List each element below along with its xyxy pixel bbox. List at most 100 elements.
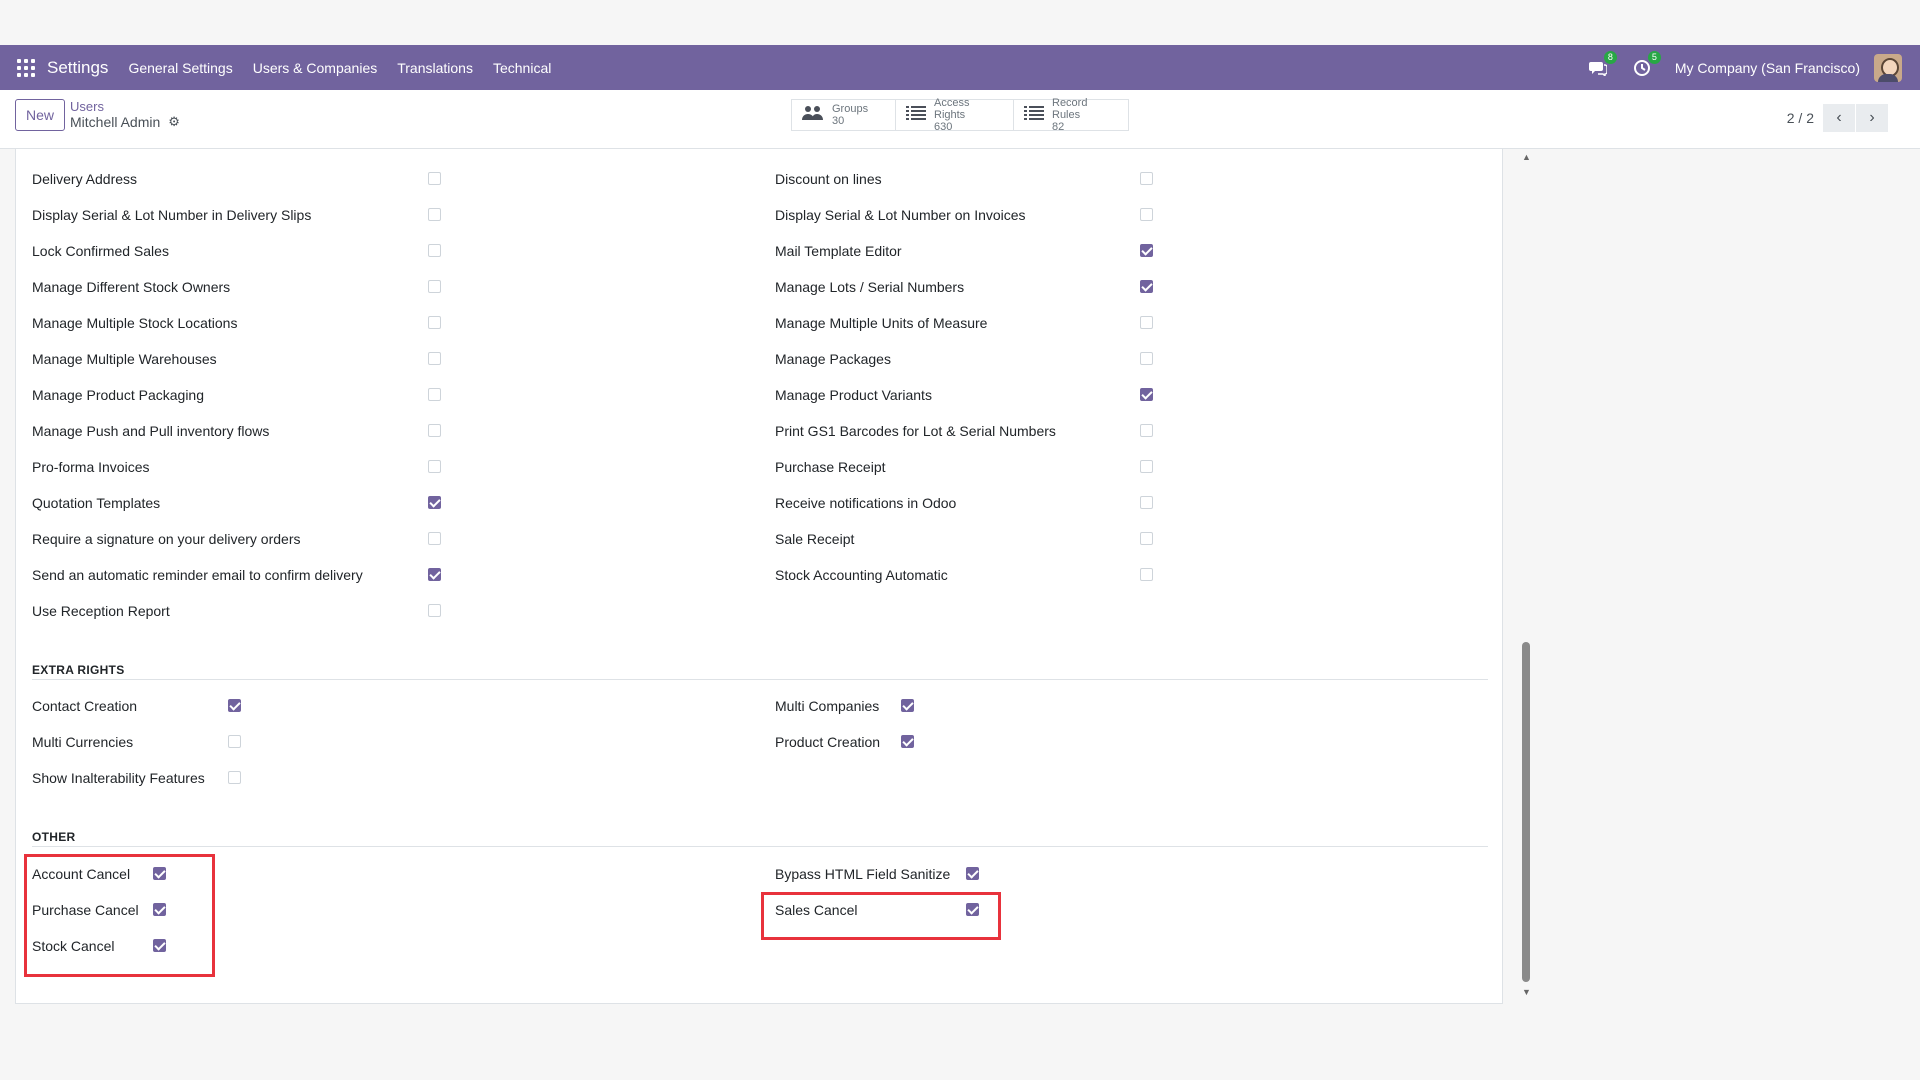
messages-badge: 8 [1603,50,1617,64]
scroll-down-arrow-icon[interactable]: ▼ [1522,987,1531,997]
checkbox-manage-product-packaging[interactable] [428,388,441,401]
menu-technical[interactable]: Technical [493,60,551,76]
setting-label-purchase-receipt: Purchase Receipt [775,459,886,475]
checkbox-manage-product-variants[interactable] [1140,388,1153,401]
access-rights-label: Access Rights [934,97,970,121]
checkbox-stock-accounting-automatic[interactable] [1140,568,1153,581]
access-rights-smart-button[interactable]: Access Rights 630 [896,97,1014,133]
setting-label-print-gs1-barcodes-for-lot-and-serial-numbers: Print GS1 Barcodes for Lot & Serial Numb… [775,423,1056,439]
checkbox-purchase-receipt[interactable] [1140,460,1153,473]
checkbox-require-a-signature-on-your-delivery-orders[interactable] [428,532,441,545]
record-rules-label: Record Rules [1052,97,1088,121]
control-panel: New Users Mitchell Admin ⚙ Groups 30 Acc… [0,90,1920,149]
checkbox-receive-notifications-in-odoo[interactable] [1140,496,1153,509]
apps-grid-icon[interactable] [17,58,35,77]
setting-label-stock-accounting-automatic: Stock Accounting Automatic [775,567,948,583]
checkbox-manage-lots-serial-numbers[interactable] [1140,280,1153,293]
menu-translations[interactable]: Translations [397,60,473,76]
setting-label-delivery-address: Delivery Address [32,171,138,187]
checkbox-lock-confirmed-sales[interactable] [428,244,441,257]
record-rules-count: 82 [1052,121,1065,133]
checkbox-delivery-address[interactable] [428,172,441,185]
highlight-box-cancel-left [24,854,215,977]
setting-label-multi-companies: Multi Companies [775,698,880,714]
activities-icon[interactable]: 5 [1631,50,1661,79]
setting-label-manage-push-and-pull-inventory-flows: Manage Push and Pull inventory flows [32,423,270,439]
scroll-thumb[interactable] [1522,642,1530,982]
section-divider [32,679,1488,680]
pager-value[interactable]: 2 / 2 [1787,110,1814,126]
checkbox-product-creation[interactable] [901,735,914,748]
section-divider [32,846,1488,847]
activities-badge: 5 [1647,50,1661,64]
chevron-left-icon: ‹ [1836,109,1842,126]
setting-label-mail-template-editor: Mail Template Editor [775,243,902,259]
setting-label-lock-confirmed-sales: Lock Confirmed Sales [32,243,169,259]
setting-label-receive-notifications-in-odoo: Receive notifications in Odoo [775,495,957,511]
groups-label: Groups [832,103,869,115]
setting-label-manage-product-packaging: Manage Product Packaging [32,387,204,403]
setting-label-quotation-templates: Quotation Templates [32,495,161,511]
window-top-margin [0,0,1920,45]
company-switcher[interactable]: My Company (San Francisco) [1675,60,1860,76]
access-rights-count: 630 [934,121,953,133]
other-title: OTHER [32,830,76,844]
groups-count: 30 [832,115,845,127]
checkbox-manage-multiple-units-of-measure[interactable] [1140,316,1153,329]
highlight-box-sales-cancel [761,892,1001,940]
checkbox-bypass-html-field-sanitize[interactable] [966,867,979,880]
checkbox-discount-on-lines[interactable] [1140,172,1153,185]
checkbox-multi-currencies[interactable] [228,735,241,748]
checkbox-manage-different-stock-owners[interactable] [428,280,441,293]
setting-label-bypass-html-field-sanitize: Bypass HTML Field Sanitize [775,866,951,882]
user-avatar[interactable] [1874,53,1902,82]
checkbox-show-inalterability-features[interactable] [228,771,241,784]
list-icon [1024,105,1044,126]
checkbox-display-serial-and-lot-number-on-invoices[interactable] [1140,208,1153,221]
checkbox-use-reception-report[interactable] [428,604,441,617]
setting-label-contact-creation: Contact Creation [32,698,138,714]
form-sheet: Delivery Address Display Serial & Lot Num… [15,149,1503,1004]
setting-label-pro-forma-invoices: Pro-forma Invoices [32,459,150,475]
checkbox-mail-template-editor[interactable] [1140,244,1153,257]
menu-general-settings[interactable]: General Settings [128,60,232,76]
pager-previous-button[interactable]: ‹ [1823,104,1855,132]
setting-label-manage-packages: Manage Packages [775,351,891,367]
checkbox-manage-multiple-warehouses[interactable] [428,352,441,365]
chevron-right-icon: › [1869,109,1875,126]
checkbox-contact-creation[interactable] [228,699,241,712]
pager-next-button[interactable]: › [1856,104,1888,132]
setting-label-discount-on-lines: Discount on lines [775,171,882,187]
setting-label-require-a-signature-on-your-delivery-orders: Require a signature on your delivery ord… [32,531,301,547]
groups-smart-button[interactable]: Groups 30 [792,100,896,130]
checkbox-manage-push-and-pull-inventory-flows[interactable] [428,424,441,437]
checkbox-send-an-automatic-reminder-email-to-confirm-delivery[interactable] [428,568,441,581]
setting-label-manage-lots-serial-numbers: Manage Lots / Serial Numbers [775,279,965,295]
app-name[interactable]: Settings [47,58,108,78]
setting-label-multi-currencies: Multi Currencies [32,734,134,750]
checkbox-quotation-templates[interactable] [428,496,441,509]
checkbox-manage-packages[interactable] [1140,352,1153,365]
top-navbar: Settings General Settings Users & Compan… [0,45,1920,90]
checkbox-print-gs1-barcodes-for-lot-and-serial-numbers[interactable] [1140,424,1153,437]
setting-label-use-reception-report: Use Reception Report [32,603,170,619]
menu-users-companies[interactable]: Users & Companies [253,60,378,76]
checkbox-multi-companies[interactable] [901,699,914,712]
setting-label-product-creation: Product Creation [775,734,881,750]
record-rules-smart-button[interactable]: Record Rules 82 [1014,97,1128,133]
extra-rights-title: EXTRA RIGHTS [32,663,125,677]
messages-icon[interactable]: 8 [1587,50,1617,79]
scroll-up-arrow-icon[interactable]: ▲ [1522,152,1531,162]
checkbox-pro-forma-invoices[interactable] [428,460,441,473]
setting-label-display-serial-and-lot-number-in-delivery-slips: Display Serial & Lot Number in Delivery … [32,207,312,223]
breadcrumb-users[interactable]: Users [70,99,104,114]
checkbox-sale-receipt[interactable] [1140,532,1153,545]
setting-label-sale-receipt: Sale Receipt [775,531,855,547]
scrollbar[interactable]: ▲ ▼ [1519,149,1533,1004]
checkbox-manage-multiple-stock-locations[interactable] [428,316,441,329]
checkbox-display-serial-and-lot-number-in-delivery-slips[interactable] [428,208,441,221]
new-button[interactable]: New [15,99,65,131]
setting-label-manage-multiple-stock-locations: Manage Multiple Stock Locations [32,315,238,331]
gear-icon[interactable]: ⚙ [168,114,180,130]
setting-label-manage-different-stock-owners: Manage Different Stock Owners [32,279,231,295]
